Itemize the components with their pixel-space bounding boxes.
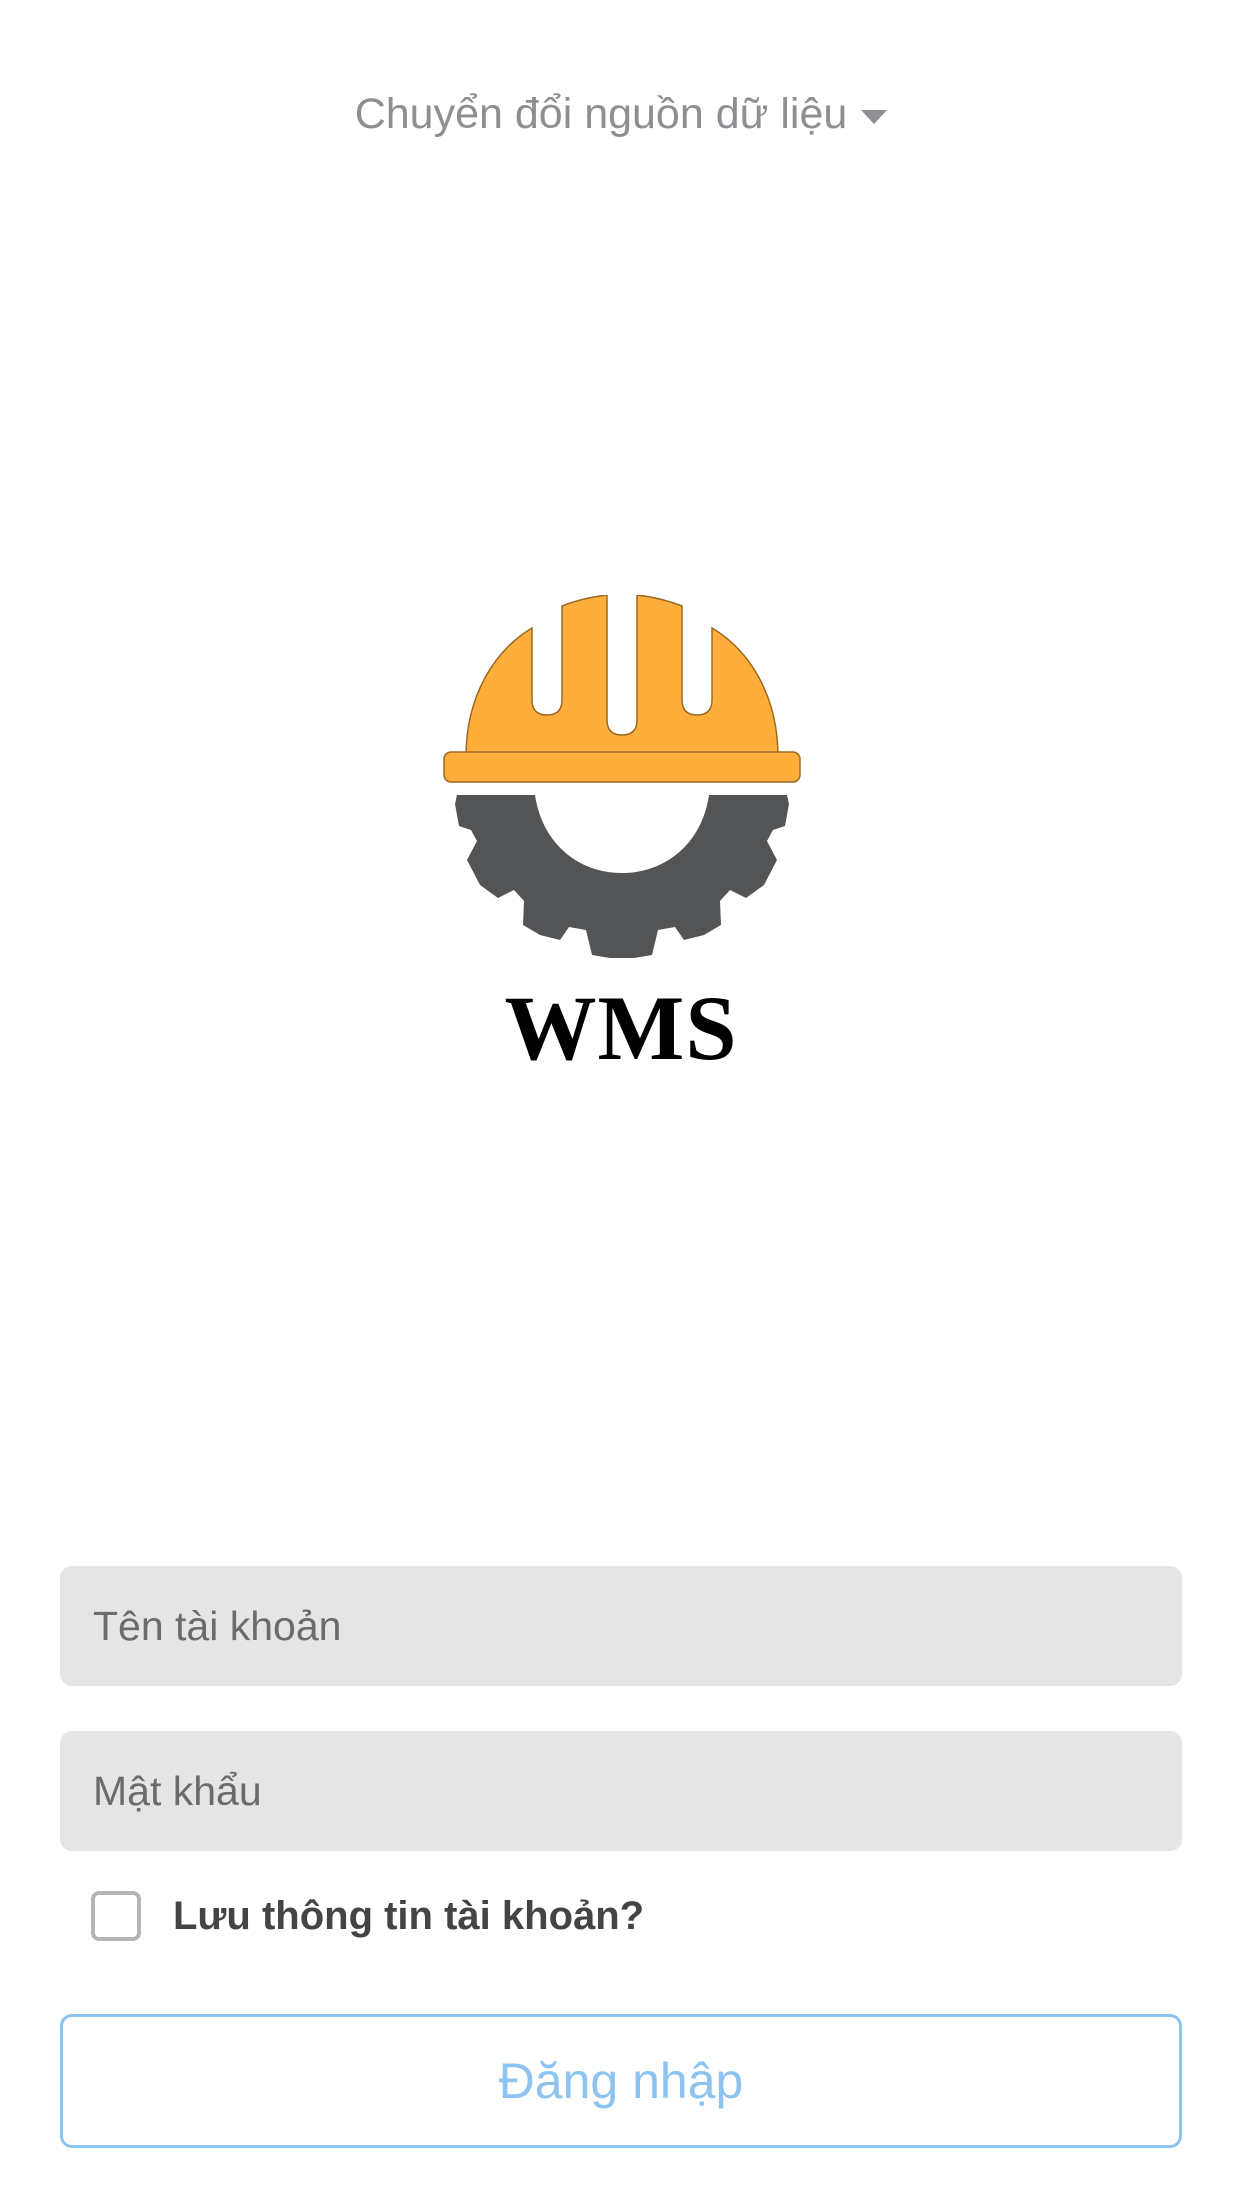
hard-hat-gear-icon bbox=[440, 595, 804, 965]
helmet-brim bbox=[443, 751, 801, 783]
password-input[interactable] bbox=[91, 1766, 1151, 1816]
gear-shape bbox=[455, 795, 789, 958]
login-button[interactable]: Đăng nhập bbox=[60, 2014, 1182, 2148]
remember-checkbox[interactable] bbox=[91, 1891, 141, 1941]
caret-down-icon bbox=[861, 110, 888, 124]
username-input[interactable] bbox=[91, 1601, 1151, 1651]
data-source-switch[interactable]: Chuyển đổi nguồn dữ liệu bbox=[0, 84, 1242, 144]
helmet-dome bbox=[465, 595, 779, 758]
data-source-switch-label: Chuyển đổi nguồn dữ liệu bbox=[354, 89, 848, 138]
remember-label: Lưu thông tin tài khoản? bbox=[173, 1893, 645, 1938]
app-name: WMS bbox=[504, 977, 738, 1079]
remember-account-toggle[interactable]: Lưu thông tin tài khoản? bbox=[91, 1886, 644, 1946]
password-field[interactable] bbox=[60, 1731, 1182, 1851]
username-field[interactable] bbox=[60, 1566, 1182, 1686]
login-button-label: Đăng nhập bbox=[498, 2053, 744, 2109]
